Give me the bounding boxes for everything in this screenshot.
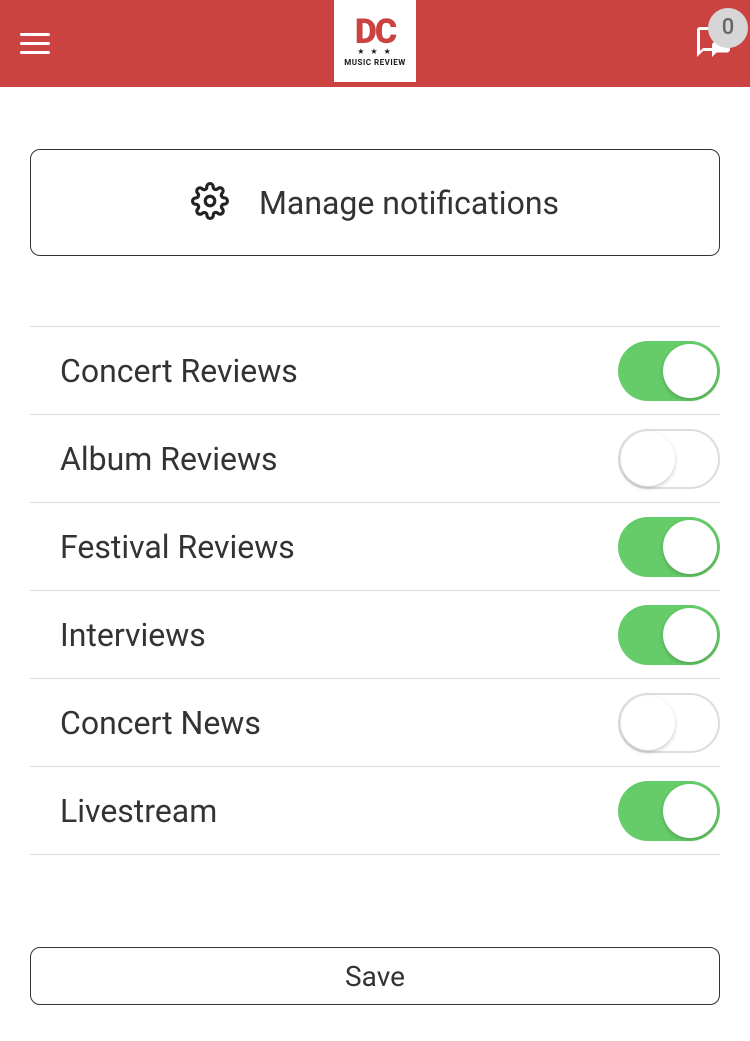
- manage-notifications-label: Manage notifications: [259, 184, 559, 222]
- toggle-knob: [663, 344, 717, 398]
- save-label: Save: [345, 960, 405, 993]
- toggle-row: Interviews: [30, 591, 720, 679]
- toggle-label: Concert News: [60, 704, 261, 742]
- logo[interactable]: DC ★ ★ ★ MUSIC REVIEW: [334, 0, 416, 82]
- toggle-switch[interactable]: [618, 341, 720, 401]
- toggle-label: Concert Reviews: [60, 352, 298, 390]
- save-button[interactable]: Save: [30, 947, 720, 1005]
- chat-badge: 0: [708, 8, 748, 48]
- toggle-switch[interactable]: [618, 693, 720, 753]
- gear-icon: [191, 182, 229, 224]
- menu-button[interactable]: [20, 33, 50, 54]
- toggle-knob: [621, 696, 675, 750]
- toggle-row: Concert News: [30, 679, 720, 767]
- toggle-label: Livestream: [60, 792, 217, 830]
- toggle-switch[interactable]: [618, 605, 720, 665]
- logo-main: DC: [355, 15, 395, 49]
- toggle-switch[interactable]: [618, 429, 720, 489]
- app-header: DC ★ ★ ★ MUSIC REVIEW 0: [0, 0, 750, 87]
- toggle-switch[interactable]: [618, 517, 720, 577]
- toggle-row: Livestream: [30, 767, 720, 855]
- chat-button[interactable]: 0: [694, 24, 730, 64]
- toggle-label: Album Reviews: [60, 440, 278, 478]
- toggle-knob: [621, 432, 675, 486]
- toggle-knob: [663, 608, 717, 662]
- manage-notifications-button[interactable]: Manage notifications: [30, 149, 720, 256]
- toggle-row: Album Reviews: [30, 415, 720, 503]
- toggle-label: Festival Reviews: [60, 528, 295, 566]
- toggle-knob: [663, 784, 717, 838]
- notification-toggle-list: Concert Reviews Album Reviews Festival Rev…: [30, 326, 720, 855]
- toggle-row: Festival Reviews: [30, 503, 720, 591]
- toggle-row: Concert Reviews: [30, 327, 720, 415]
- toggle-switch[interactable]: [618, 781, 720, 841]
- toggle-knob: [663, 520, 717, 574]
- toggle-label: Interviews: [60, 616, 206, 654]
- logo-subtitle: MUSIC REVIEW: [344, 58, 405, 67]
